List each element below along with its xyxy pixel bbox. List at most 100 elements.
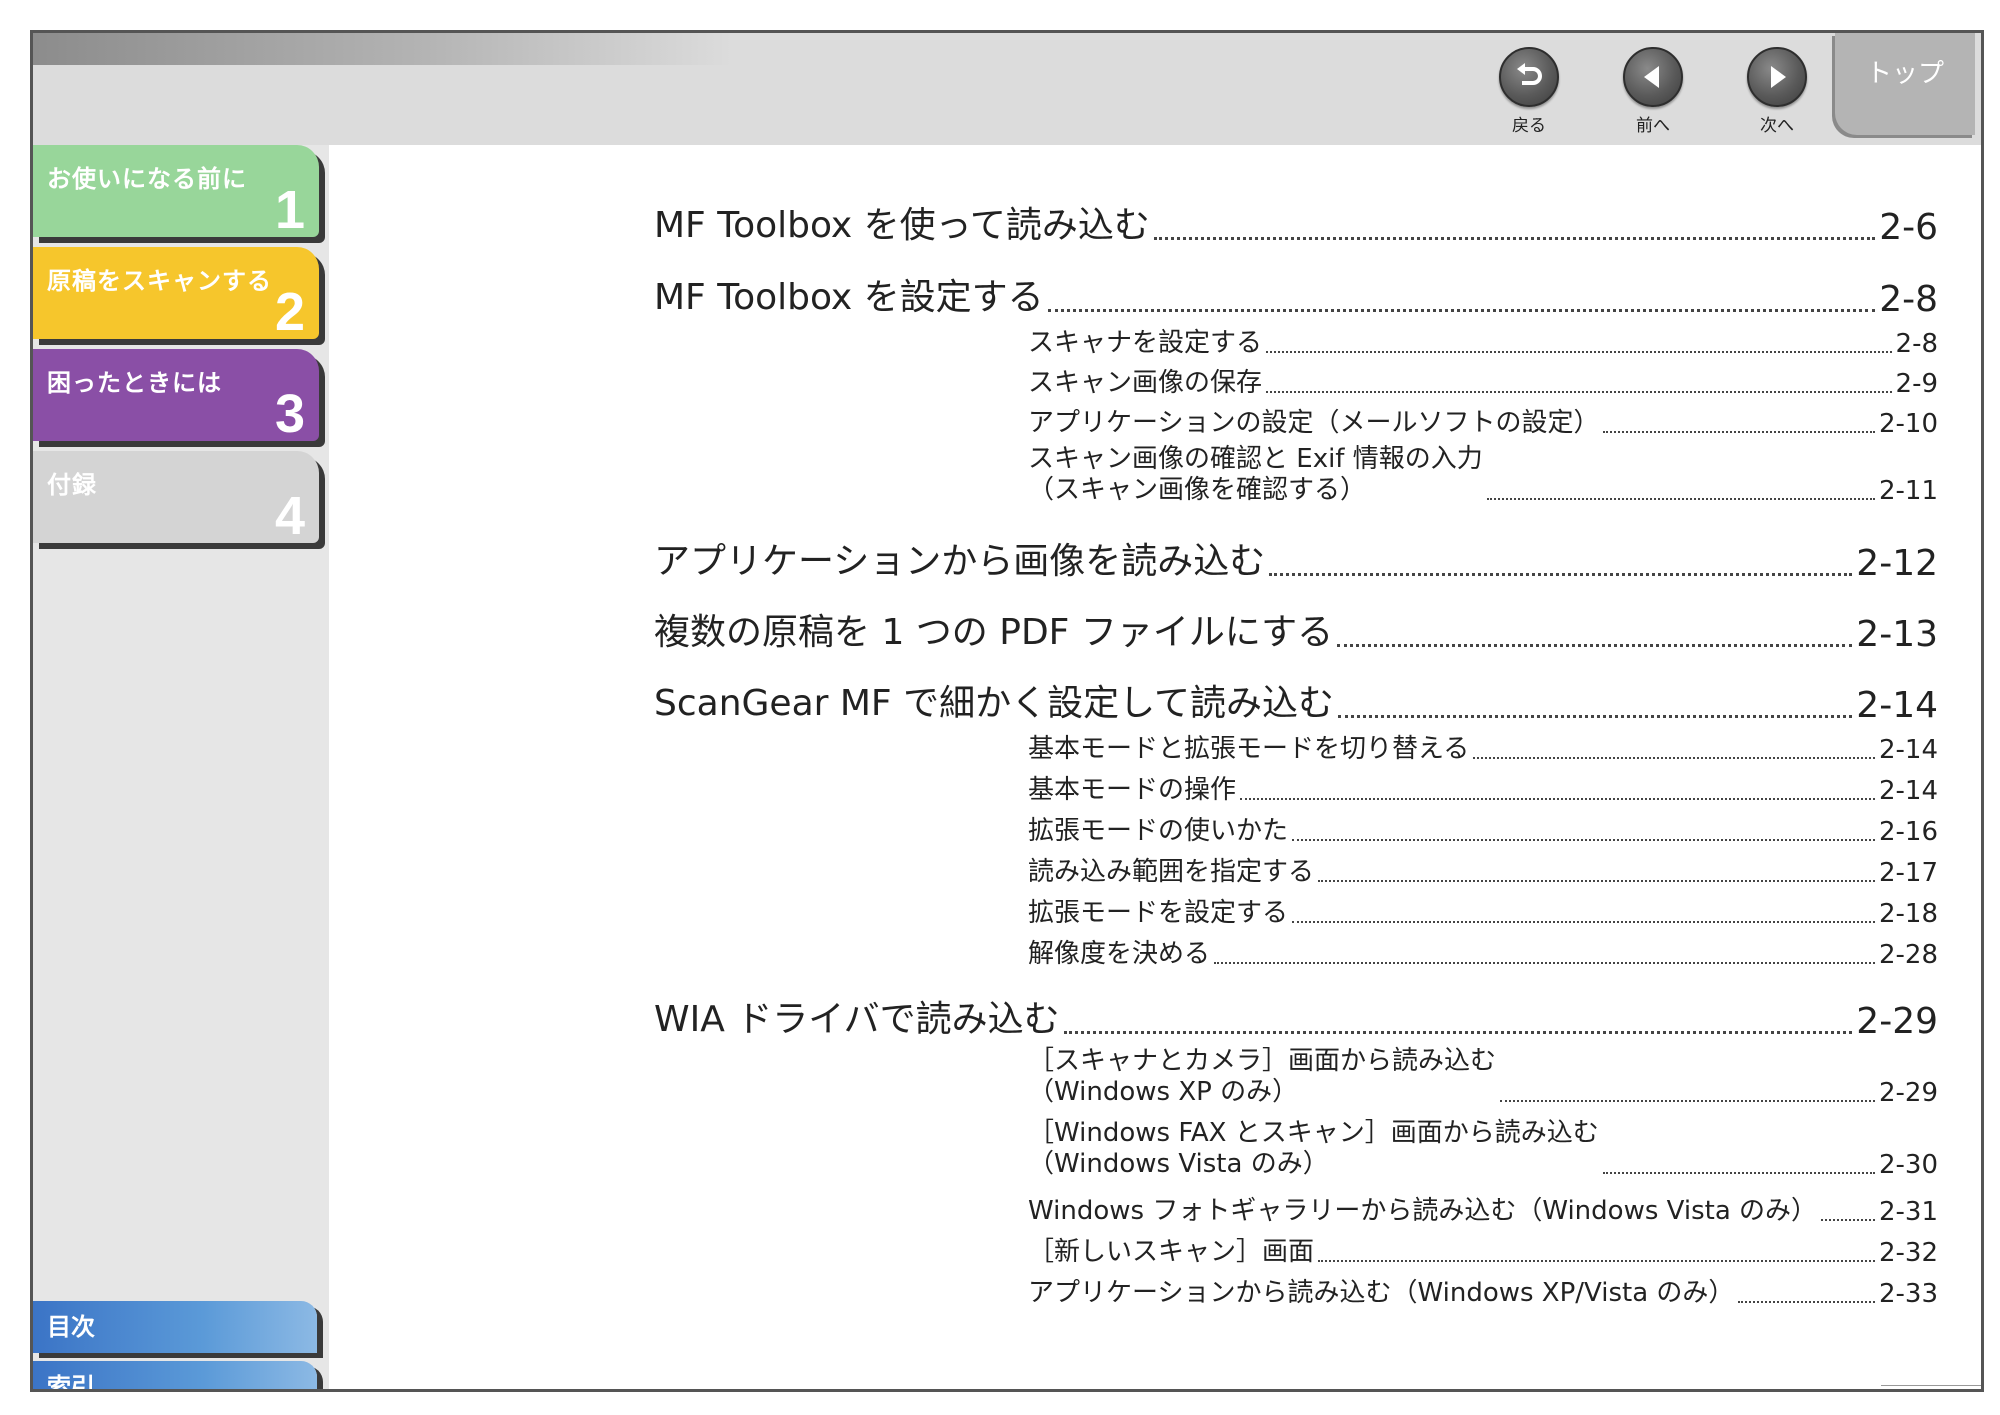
- chapter-tab-4[interactable]: 付録 4: [33, 451, 319, 543]
- toc-link[interactable]: MF Toolbox を使って読み込む 2-6: [654, 196, 1938, 248]
- chapter-tab-label: 付録: [47, 471, 97, 499]
- toc-page: 2-12: [1856, 543, 1938, 584]
- toc-link[interactable]: アプリケーションの設定（メールソフトの設定） 2-10: [1028, 402, 1938, 439]
- dot-leader: [1047, 309, 1876, 312]
- dot-leader: [1240, 798, 1875, 800]
- toc-page: 2-10: [1878, 409, 1938, 439]
- toc-title: アプリケーションから読み込む（Windows XP/Vista のみ）: [1028, 1278, 1735, 1308]
- toc-title: スキャナを設定する: [1028, 328, 1263, 358]
- toc-title-line2: （スキャン画像を確認する）: [1028, 475, 1367, 506]
- top-button[interactable]: トップ: [1835, 33, 1975, 135]
- toc-link[interactable]: スキャン画像の確認と Exif 情報の入力 （スキャン画像を確認する） 2-11: [1028, 444, 1938, 506]
- dot-leader: [1269, 573, 1853, 576]
- toc-page: 2-11: [1878, 476, 1938, 507]
- toc-link[interactable]: スキャン画像の保存 2-9: [1028, 362, 1938, 399]
- toc-page: 2-9: [1895, 369, 1938, 399]
- toc-title: 複数の原稿を 1 つの PDF ファイルにする: [654, 612, 1334, 653]
- toc-page: 2-13: [1856, 614, 1938, 655]
- toc-page: 2-29: [1856, 1001, 1938, 1042]
- toc-page: 2-18: [1878, 899, 1938, 929]
- toc-title-line1: ［Windows FAX とスキャン］画面から読み込む: [1028, 1118, 1599, 1148]
- toc-link[interactable]: 基本モードの操作 2-14: [1028, 769, 1938, 806]
- toc-link[interactable]: 拡張モードの使いかた 2-16: [1028, 810, 1938, 847]
- toc-title: MF Toolbox を設定する: [654, 277, 1044, 318]
- back-button[interactable]: 戻る: [1489, 47, 1569, 137]
- index-button[interactable]: 索引: [33, 1361, 317, 1389]
- toc-link[interactable]: スキャナを設定する 2-8: [1028, 322, 1938, 359]
- toc-title: 読み込み範囲を指定する: [1028, 857, 1315, 887]
- dot-leader: [1602, 1172, 1875, 1175]
- chapter-tab-label: 原稿をスキャンする: [47, 267, 272, 295]
- prev-button[interactable]: 前へ: [1613, 47, 1693, 137]
- dot-leader: [1214, 962, 1875, 964]
- chapter-tab-number: 1: [274, 180, 305, 237]
- toc-link[interactable]: 複数の原稿を 1 つの PDF ファイルにする 2-13: [654, 603, 1938, 655]
- toc-title-line2: （Windows Vista のみ）: [1028, 1149, 1329, 1180]
- dot-leader: [1821, 1219, 1875, 1221]
- chapter-tab-2[interactable]: 原稿をスキャンする 2: [33, 247, 319, 339]
- dot-leader: [1486, 498, 1875, 501]
- chapter-tab-3[interactable]: 困ったときには 3: [33, 349, 319, 441]
- toc-link[interactable]: ［スキャナとカメラ］画面から読み込む （Windows XP のみ） 2-29: [1028, 1046, 1938, 1108]
- next-label: 次へ: [1760, 116, 1794, 136]
- prev-label: 前へ: [1636, 116, 1670, 136]
- toc-page: 2-6: [1879, 207, 1938, 248]
- toc-title: WIA ドライバで読み込む: [654, 999, 1060, 1040]
- toc-page: 2-8: [1879, 279, 1938, 320]
- chapter-sidebar: お使いになる前に 1 原稿をスキャンする 2 困ったときには 3 付録 4 目次…: [33, 145, 329, 1389]
- toc-link[interactable]: WIA ドライバで読み込む 2-29: [654, 990, 1938, 1042]
- toc-title: MF Toolbox を使って読み込む: [654, 205, 1150, 246]
- dot-leader: [1266, 391, 1892, 393]
- toc-title: ［Windows FAX とスキャン］画面から読み込む （Windows Vis…: [1028, 1118, 1599, 1180]
- page-number: iii: [1935, 1391, 1955, 1392]
- toc-title: 拡張モードの使いかた: [1028, 816, 1289, 846]
- dot-leader: [1603, 431, 1875, 433]
- toc-page: 2-30: [1878, 1150, 1938, 1181]
- next-button[interactable]: 次へ: [1737, 47, 1817, 137]
- toc-link[interactable]: アプリケーションから読み込む（Windows XP/Vista のみ） 2-33: [1028, 1272, 1938, 1309]
- dot-leader: [1266, 351, 1892, 353]
- toc-title: 基本モードの操作: [1028, 775, 1237, 805]
- toc-link[interactable]: ［Windows FAX とスキャン］画面から読み込む （Windows Vis…: [1028, 1118, 1938, 1180]
- toc-title: ［スキャナとカメラ］画面から読み込む （Windows XP のみ）: [1028, 1046, 1496, 1108]
- toc-title: 基本モードと拡張モードを切り替える: [1028, 734, 1470, 764]
- dot-leader: [1338, 715, 1853, 718]
- toc-link[interactable]: 基本モードと拡張モードを切り替える 2-14: [1028, 728, 1938, 765]
- toc-link[interactable]: 読み込み範囲を指定する 2-17: [1028, 851, 1938, 888]
- toc-title: アプリケーションから画像を読み込む: [654, 541, 1266, 582]
- header-gradient: [33, 33, 733, 65]
- dot-leader: [1292, 921, 1875, 923]
- toc-title: ［新しいスキャン］画面: [1028, 1237, 1315, 1267]
- toc-link[interactable]: Windows フォトギャラリーから読み込む（Windows Vista のみ）…: [1028, 1190, 1938, 1227]
- toc-title: スキャン画像の保存: [1028, 368, 1263, 398]
- prev-arrow-icon: [1623, 47, 1683, 107]
- toc-title-line1: スキャン画像の確認と Exif 情報の入力: [1028, 444, 1483, 474]
- chapter-tab-number: 2: [274, 282, 305, 339]
- toc-link[interactable]: MF Toolbox を設定する 2-8: [654, 268, 1938, 320]
- dot-leader: [1153, 237, 1876, 240]
- toc-link[interactable]: 拡張モードを設定する 2-18: [1028, 892, 1938, 929]
- toc-page: 2-28: [1878, 940, 1938, 970]
- dot-leader: [1318, 1260, 1875, 1262]
- dot-leader: [1318, 880, 1875, 882]
- toc-title: Windows フォトギャラリーから読み込む（Windows Vista のみ）: [1028, 1196, 1818, 1226]
- toc-title: 拡張モードを設定する: [1028, 898, 1289, 928]
- chapter-tab-1[interactable]: お使いになる前に 1: [33, 145, 319, 237]
- toc-link[interactable]: 解像度を決める 2-28: [1028, 933, 1938, 970]
- toc-link[interactable]: ScanGear MF で細かく設定して読み込む 2-14: [654, 674, 1938, 726]
- toc-link[interactable]: アプリケーションから画像を読み込む 2-12: [654, 532, 1938, 584]
- dot-leader: [1292, 839, 1875, 841]
- toc-page: 2-14: [1878, 735, 1938, 765]
- chapter-tab-number: 3: [274, 384, 305, 441]
- chapter-tab-number: 4: [274, 486, 305, 543]
- toc-page: 2-33: [1878, 1279, 1938, 1309]
- dot-leader: [1500, 1100, 1875, 1103]
- next-arrow-icon: [1747, 47, 1807, 107]
- toc-page: 2-8: [1895, 329, 1938, 359]
- back-icon: [1499, 47, 1559, 107]
- toc-title-line1: ［スキャナとカメラ］画面から読み込む: [1028, 1046, 1497, 1076]
- toc-button[interactable]: 目次: [33, 1301, 317, 1353]
- toc-link[interactable]: ［新しいスキャン］画面 2-32: [1028, 1231, 1938, 1268]
- toc-page: 2-14: [1878, 776, 1938, 806]
- dot-leader: [1738, 1301, 1875, 1303]
